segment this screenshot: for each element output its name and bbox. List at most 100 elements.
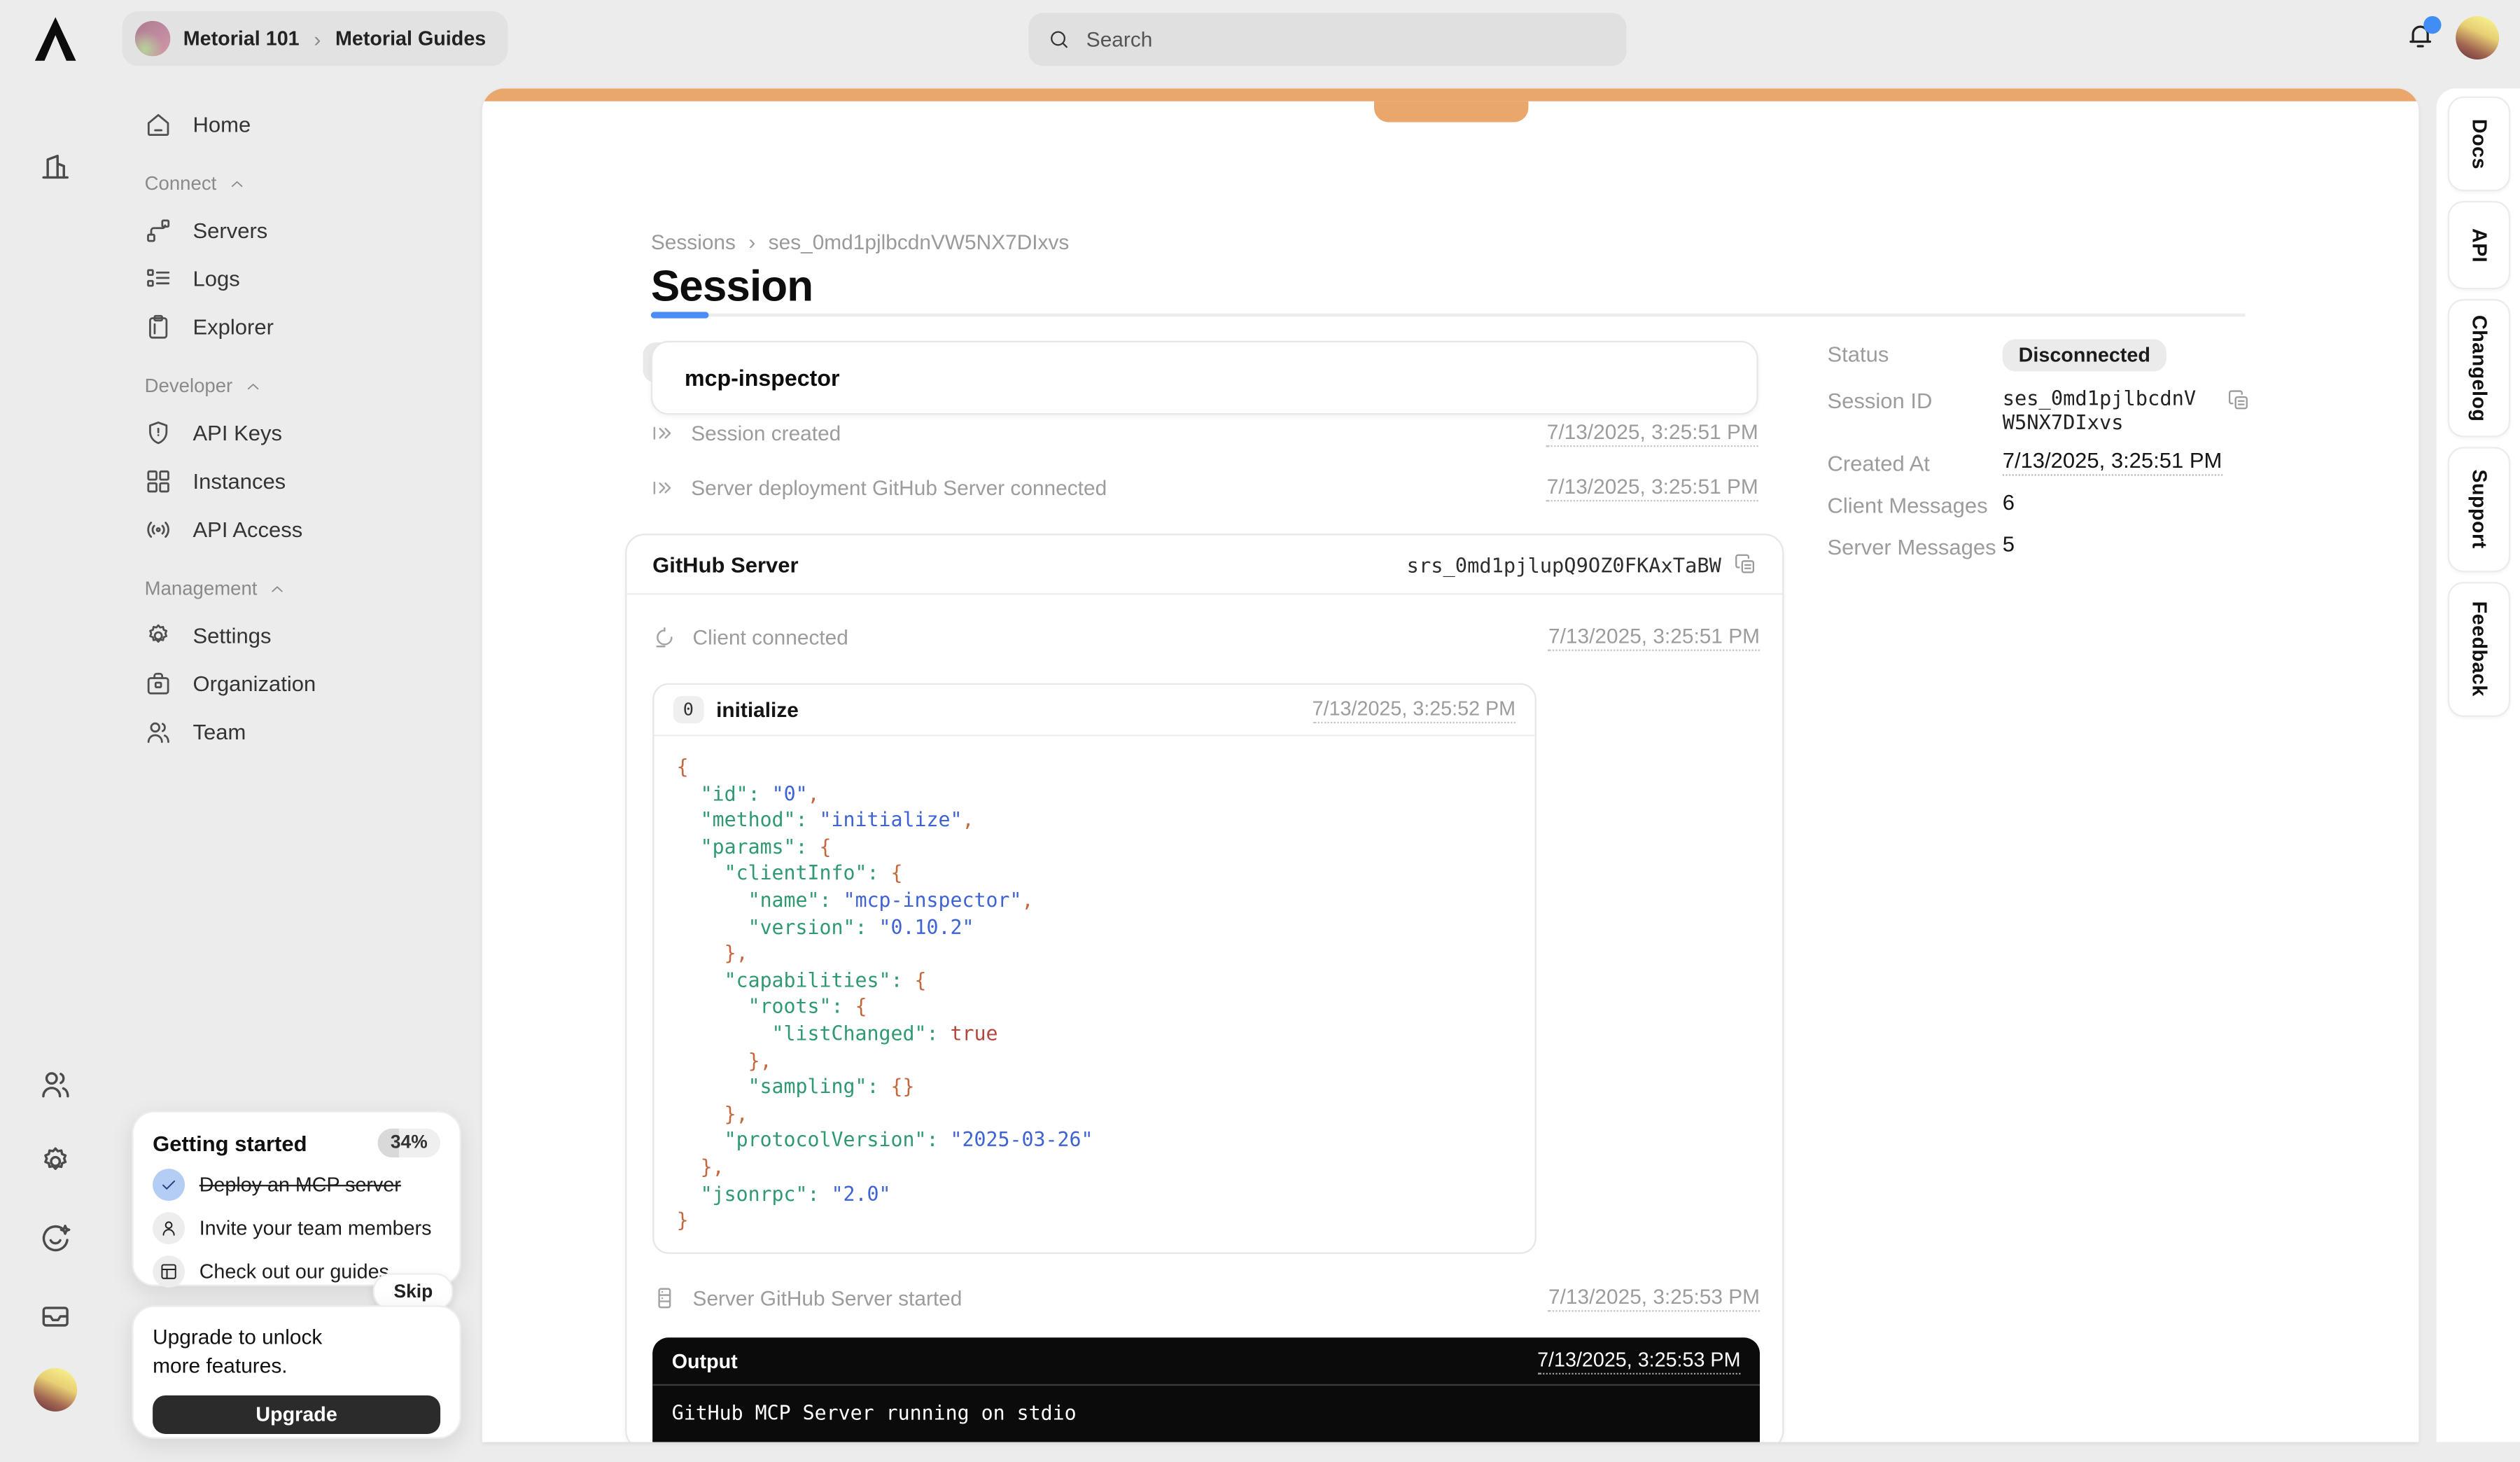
right-tab-feedback[interactable]: Feedback bbox=[2448, 582, 2511, 717]
getting-started-item-deploy-an-mcp-server[interactable]: Deploy an MCP server bbox=[153, 1169, 440, 1201]
upgrade-text-line2: more features. bbox=[153, 1353, 287, 1377]
sidebar-section-connect[interactable]: Connect bbox=[145, 172, 482, 195]
global-search[interactable] bbox=[1028, 13, 1626, 66]
chevron-up-icon bbox=[244, 377, 261, 394]
message-timestamp[interactable]: 7/13/2025, 3:25:52 PM bbox=[1312, 697, 1516, 723]
output-timestamp[interactable]: 7/13/2025, 3:25:53 PM bbox=[1537, 1348, 1740, 1374]
right-tab-support[interactable]: Support bbox=[2448, 447, 2511, 572]
server-run-id: srs_0md1pjlupQ9OZ0FKAxTaBW bbox=[1407, 552, 1721, 576]
detail-row-session-id: Session IDses_0md1pjlbcdnVW5NX7DIxvs bbox=[1827, 386, 2261, 434]
api-keys-icon bbox=[145, 419, 172, 446]
detail-row-server-messages: Server Messages5 bbox=[1827, 532, 2261, 559]
detail-value-wrap: ses_0md1pjlbcdnVW5NX7DIxvs bbox=[2003, 386, 2250, 434]
inbox-icon[interactable] bbox=[38, 1299, 72, 1332]
right-tab-api[interactable]: API bbox=[2448, 201, 2511, 289]
right-tab-docs[interactable]: Docs bbox=[2448, 97, 2511, 191]
getting-started-item-label: Deploy an MCP server bbox=[200, 1174, 401, 1196]
accent-notch bbox=[1373, 102, 1527, 123]
json-line: "protocolVersion": "2025-03-26" bbox=[677, 1127, 1513, 1154]
json-line: }, bbox=[677, 940, 1513, 967]
sidebar-item-servers[interactable]: Servers bbox=[145, 206, 482, 254]
sidebar-item-label: Organization bbox=[193, 671, 316, 695]
sidebar-section-developer[interactable]: Developer bbox=[145, 375, 482, 397]
sidebar-item-home[interactable]: Home bbox=[145, 99, 482, 148]
sidebar-section-management[interactable]: Management bbox=[145, 577, 482, 599]
search-input[interactable] bbox=[1083, 26, 1607, 53]
json-line: } bbox=[677, 1207, 1513, 1234]
json-line: }, bbox=[677, 1101, 1513, 1127]
rail-user-avatar[interactable] bbox=[34, 1368, 77, 1412]
servers-icon bbox=[145, 216, 172, 244]
progress-badge: 34% bbox=[377, 1129, 440, 1157]
detail-value: ses_0md1pjlbcdnVW5NX7DIxvs bbox=[2003, 386, 2199, 434]
event-timestamp[interactable]: 7/13/2025, 3:25:53 PM bbox=[1548, 1284, 1760, 1311]
json-line: "clientInfo": { bbox=[677, 861, 1513, 887]
getting-started-card: Getting started 34% Deploy an MCP server… bbox=[132, 1111, 461, 1286]
server-icon bbox=[652, 1286, 676, 1310]
event-session-created: Session created 7/13/2025, 3:25:51 PM bbox=[651, 419, 1758, 447]
server-run-header: GitHub Server srs_0md1pjlupQ9OZ0FKAxTaBW bbox=[626, 536, 1782, 595]
event-timestamp[interactable]: 7/13/2025, 3:25:51 PM bbox=[1548, 624, 1760, 651]
unplug-icon bbox=[652, 625, 676, 649]
gear-icon[interactable] bbox=[38, 1145, 72, 1178]
detail-label: Created At bbox=[1827, 449, 2002, 476]
getting-started-item-label: Invite your team members bbox=[200, 1217, 432, 1239]
upgrade-button[interactable]: Upgrade bbox=[153, 1395, 440, 1434]
user-avatar[interactable] bbox=[2456, 16, 2499, 60]
event-client-connected: Client connected 7/13/2025, 3:25:51 PM bbox=[652, 624, 1760, 651]
chat-sparkle-icon[interactable] bbox=[38, 1222, 72, 1255]
detail-value[interactable]: 7/13/2025, 3:25:51 PM bbox=[2003, 449, 2222, 476]
event-timestamp[interactable]: 7/13/2025, 3:25:51 PM bbox=[1547, 474, 1758, 501]
sidebar-item-api-keys[interactable]: API Keys bbox=[145, 408, 482, 457]
chevron-up-icon bbox=[227, 174, 245, 192]
status-badge: Disconnected bbox=[2003, 339, 2166, 371]
api-access-icon bbox=[145, 515, 172, 543]
json-line: "sampling": {} bbox=[677, 1074, 1513, 1101]
sidebar-item-label: Explorer bbox=[193, 314, 274, 338]
json-line: "params": { bbox=[677, 834, 1513, 861]
copy-icon[interactable] bbox=[1734, 553, 1756, 576]
detail-value: 5 bbox=[2003, 532, 2015, 556]
json-payload[interactable]: { "id": "0", "method": "initialize", "pa… bbox=[654, 737, 1534, 1252]
output-log-line[interactable]: GitHub MCP Server running on stdio bbox=[652, 1386, 1760, 1440]
server-run-card: GitHub Server srs_0md1pjlupQ9OZ0FKAxTaBW… bbox=[625, 534, 1784, 1442]
upgrade-card: Upgrade to unlock more features. Upgrade bbox=[132, 1305, 461, 1439]
user-icon bbox=[153, 1212, 185, 1244]
sidebar-item-label: Logs bbox=[193, 266, 240, 290]
sidebar-item-settings[interactable]: Settings bbox=[145, 611, 482, 659]
metorial-logo-icon[interactable] bbox=[29, 13, 82, 66]
json-line: }, bbox=[677, 1047, 1513, 1074]
workspace-breadcrumb[interactable]: Metorial 101 › Metorial Guides bbox=[122, 11, 508, 66]
copy-icon[interactable] bbox=[2227, 389, 2250, 412]
sidebar-item-explorer[interactable]: Explorer bbox=[145, 302, 482, 351]
getting-started-item-invite-your-team-members[interactable]: Invite your team members bbox=[153, 1212, 440, 1244]
event-timestamp[interactable]: 7/13/2025, 3:25:51 PM bbox=[1547, 419, 1758, 447]
event-deployment-connected: Server deployment GitHub Server connecte… bbox=[651, 474, 1758, 501]
sidebar-item-logs[interactable]: Logs bbox=[145, 254, 482, 302]
main-content: Sessions › ses_0md1pjlbcdnVW5NX7DIxvs Se… bbox=[482, 88, 2419, 1442]
sidebar-item-team[interactable]: Team bbox=[145, 707, 482, 756]
right-tab-rail: Docs API Changelog Support Feedback bbox=[2437, 88, 2520, 1442]
json-line: "id": "0", bbox=[677, 781, 1513, 807]
detail-label: Session ID bbox=[1827, 386, 2002, 413]
organization-icon bbox=[145, 669, 172, 697]
json-line: "capabilities": { bbox=[677, 968, 1513, 994]
sidebar-item-api-access[interactable]: API Access bbox=[145, 505, 482, 553]
users-icon[interactable] bbox=[38, 1067, 72, 1101]
client-card[interactable]: mcp-inspector bbox=[651, 341, 1758, 415]
sidebar-item-label: API Access bbox=[193, 517, 303, 541]
chevron-up-icon bbox=[269, 580, 286, 597]
section-label: Connect bbox=[145, 172, 217, 195]
breadcrumb-sessions[interactable]: Sessions bbox=[651, 230, 736, 253]
output-header: Output 7/13/2025, 3:25:53 PM bbox=[652, 1337, 1760, 1386]
arrow-right-from-line-icon bbox=[651, 476, 675, 500]
right-tab-changelog[interactable]: Changelog bbox=[2448, 299, 2511, 437]
check-icon bbox=[153, 1169, 185, 1201]
skip-button[interactable]: Skip bbox=[373, 1273, 454, 1310]
sidebar-item-organization[interactable]: Organization bbox=[145, 659, 482, 707]
sidebar-item-instances[interactable]: Instances bbox=[145, 457, 482, 505]
building-icon[interactable] bbox=[38, 148, 72, 181]
chevron-right-icon: › bbox=[748, 230, 755, 253]
workspace-avatar bbox=[135, 21, 171, 57]
detail-value: 6 bbox=[2003, 490, 2015, 514]
